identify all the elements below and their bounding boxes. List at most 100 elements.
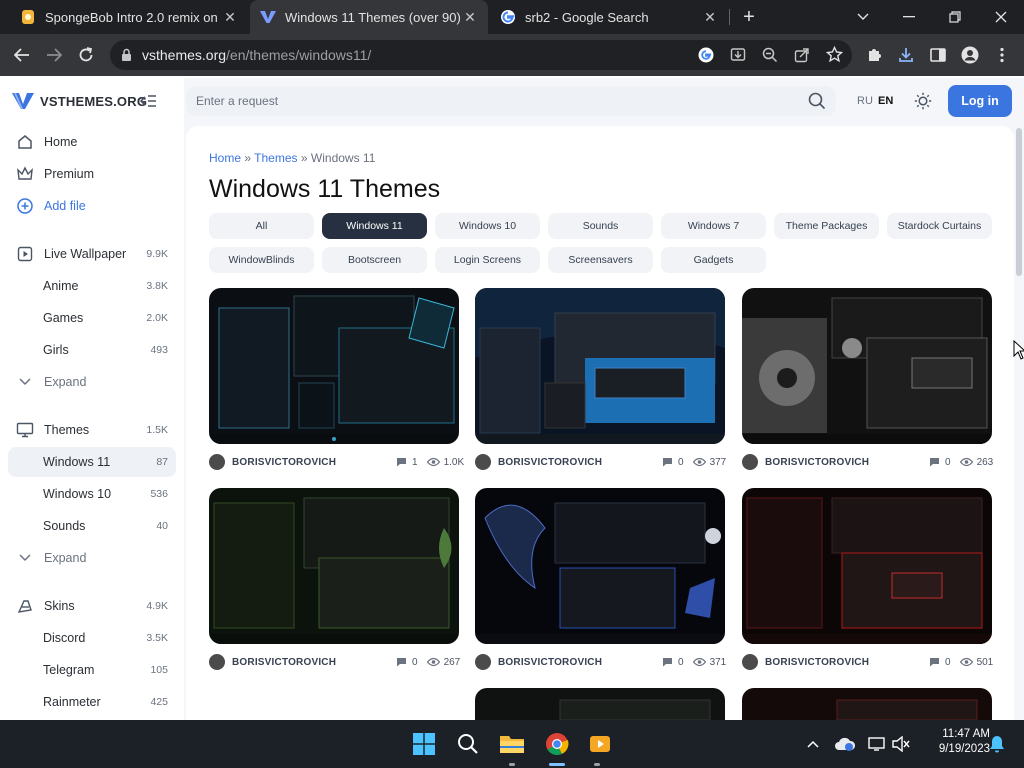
- sidebar-item-label: Windows 11: [43, 455, 111, 469]
- sidebar-item-label: Telegram: [43, 663, 95, 677]
- sidebar-item-premium[interactable]: Premium: [8, 159, 176, 189]
- filter-chip-login-screens[interactable]: Login Screens: [435, 247, 540, 273]
- filter-chip-sounds[interactable]: Sounds: [548, 213, 653, 239]
- bookmark-star-icon[interactable]: [826, 46, 843, 63]
- system-clock[interactable]: 11:47 AM 9/19/2023: [920, 727, 990, 757]
- address-bar[interactable]: vsthemes.org/en/themes/windows11/: [110, 40, 852, 70]
- onedrive-icon[interactable]: [830, 728, 860, 760]
- page-scrollbar[interactable]: [1016, 128, 1022, 276]
- notification-bell-icon[interactable]: [982, 728, 1012, 760]
- theme-card-thumbnail[interactable]: [209, 488, 459, 644]
- sidebar-item-windows-11[interactable]: Windows 11 87: [8, 447, 176, 477]
- theme-card-thumbnail[interactable]: [742, 688, 992, 720]
- theme-card-thumbnail[interactable]: [475, 688, 725, 720]
- close-window-button[interactable]: [978, 0, 1024, 34]
- site-search-input[interactable]: Enter a request: [186, 86, 836, 116]
- author-avatar: [742, 454, 758, 470]
- collapse-sidebar-icon[interactable]: [138, 92, 158, 110]
- lang-en-link[interactable]: EN: [878, 95, 893, 107]
- breadcrumb-themes-link[interactable]: Themes: [254, 151, 297, 165]
- sidebar-expand-wallpaper[interactable]: Expand: [8, 367, 176, 397]
- breadcrumb: Home » Themes » Windows 11: [209, 151, 375, 165]
- tab-separator: [729, 9, 730, 25]
- theme-card-author[interactable]: BORISVICTOROVICH: [209, 653, 336, 671]
- theme-card-thumbnail[interactable]: [209, 288, 459, 444]
- sidebar-item-label: Games: [43, 311, 84, 325]
- install-app-icon[interactable]: [730, 47, 746, 63]
- sidebar-item-girls[interactable]: Girls 493: [8, 335, 176, 365]
- theme-card-author[interactable]: BORISVICTOROVICH: [209, 453, 336, 471]
- filter-chip-windowblinds[interactable]: WindowBlinds: [209, 247, 314, 273]
- sidebar-item-rainmeter[interactable]: Rainmeter 425: [8, 687, 176, 717]
- filter-chip-windows-7[interactable]: Windows 7: [661, 213, 766, 239]
- filter-chip-windows-10[interactable]: Windows 10: [435, 213, 540, 239]
- sidebar-item-games[interactable]: Games 2.0K: [8, 303, 176, 333]
- sidebar-item-home[interactable]: Home: [8, 127, 176, 157]
- theme-card-author[interactable]: BORISVICTOROVICH: [475, 453, 602, 471]
- chrome-taskbar-icon[interactable]: [542, 728, 572, 760]
- login-button[interactable]: Log in: [948, 85, 1012, 117]
- zoom-out-icon[interactable]: [762, 47, 778, 63]
- downloads-icon[interactable]: [892, 41, 920, 69]
- close-tab-icon[interactable]: ✕: [702, 9, 718, 26]
- tab-search-chevron-icon[interactable]: [840, 0, 886, 34]
- sidebar-item-themes[interactable]: Themes 1.5K: [8, 415, 176, 445]
- media-player-icon[interactable]: [585, 728, 615, 760]
- filter-chip-windows-11[interactable]: Windows 11: [322, 213, 427, 239]
- lang-ru-link[interactable]: RU: [857, 95, 873, 107]
- kebab-menu-icon[interactable]: [988, 41, 1016, 69]
- sidebar-item-label: Windows 10: [43, 487, 112, 501]
- forward-arrow-icon[interactable]: [40, 41, 68, 69]
- volume-muted-icon[interactable]: [886, 728, 916, 760]
- sidebar-item-live-wallpaper[interactable]: Live Wallpaper 9.9K: [8, 239, 176, 269]
- sidebar-item-add-file[interactable]: Add file: [8, 191, 176, 221]
- filter-chip-gadgets[interactable]: Gadgets: [661, 247, 766, 273]
- theme-card-thumbnail[interactable]: [475, 488, 725, 644]
- taskbar-search-icon[interactable]: [453, 728, 483, 760]
- theme-card-author[interactable]: BORISVICTOROVICH: [475, 653, 602, 671]
- site-logo[interactable]: VSTHEMES.ORG: [12, 92, 147, 110]
- tab-vsthemes[interactable]: Windows 11 Themes (over 90) ✕: [250, 0, 488, 34]
- sidebar-expand-themes[interactable]: Expand: [8, 543, 176, 573]
- theme-card-author[interactable]: BORISVICTOROVICH: [742, 653, 869, 671]
- new-tab-button[interactable]: +: [738, 4, 760, 30]
- sidebar-item-skins[interactable]: Skins 4.9K: [8, 591, 176, 621]
- theme-card-thumbnail[interactable]: [742, 488, 992, 644]
- extensions-puzzle-icon[interactable]: [860, 41, 888, 69]
- reload-icon[interactable]: [72, 41, 100, 69]
- file-explorer-icon[interactable]: [497, 728, 527, 760]
- filter-chip-all[interactable]: All: [209, 213, 314, 239]
- tab-google-search[interactable]: srb2 - Google Search ✕: [490, 0, 728, 34]
- tab-label: Windows 11 Themes (over 90): [285, 9, 461, 25]
- sidebar-item-anime[interactable]: Anime 3.8K: [8, 271, 176, 301]
- restore-button[interactable]: [932, 0, 978, 34]
- sidebar-item-count: 493: [150, 344, 168, 356]
- url-text[interactable]: vsthemes.org/en/themes/windows11/: [142, 47, 371, 63]
- side-panel-icon[interactable]: [924, 41, 952, 69]
- share-icon[interactable]: [794, 47, 810, 63]
- sidebar-item-discord[interactable]: Discord 3.5K: [8, 623, 176, 653]
- filter-chip-theme-packages[interactable]: Theme Packages: [774, 213, 879, 239]
- profile-avatar-icon[interactable]: [956, 41, 984, 69]
- breadcrumb-home-link[interactable]: Home: [209, 151, 241, 165]
- theme-card-thumbnail[interactable]: [742, 288, 992, 444]
- search-icon[interactable]: [808, 92, 826, 110]
- filter-chip-screensavers[interactable]: Screensavers: [548, 247, 653, 273]
- tab-soundcloud[interactable]: SpongeBob Intro 2.0 remix on Sc ✕: [10, 0, 248, 34]
- filter-chip-stardock-curtains[interactable]: Stardock Curtains: [887, 213, 992, 239]
- minimize-button[interactable]: [886, 0, 932, 34]
- filter-chip-bootscreen[interactable]: Bootscreen: [322, 247, 427, 273]
- sidebar-item-telegram[interactable]: Telegram 105: [8, 655, 176, 685]
- close-tab-icon[interactable]: ✕: [222, 9, 238, 26]
- sidebar-item-windows-10[interactable]: Windows 10 536: [8, 479, 176, 509]
- theme-card-author[interactable]: BORISVICTOROVICH: [742, 453, 869, 471]
- google-lens-icon[interactable]: [698, 47, 714, 63]
- windows-start-icon[interactable]: [409, 728, 439, 760]
- theme-card-thumbnail[interactable]: [475, 288, 725, 444]
- sidebar-item-sounds[interactable]: Sounds 40: [8, 511, 176, 541]
- author-avatar: [209, 654, 225, 670]
- back-arrow-icon[interactable]: [8, 41, 36, 69]
- theme-toggle-sun-icon[interactable]: [914, 92, 932, 110]
- close-tab-icon[interactable]: ✕: [462, 9, 478, 26]
- show-hidden-icons-chevron-icon[interactable]: [798, 728, 828, 760]
